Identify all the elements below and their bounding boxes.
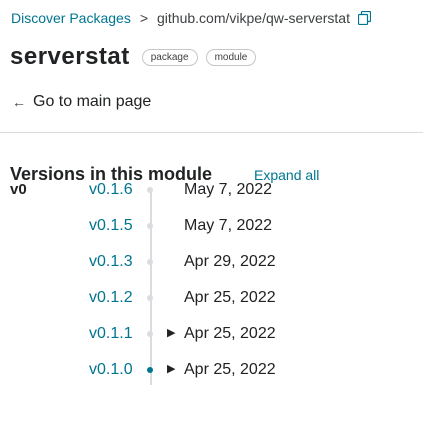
version-row: v0.1.0 ▶ Apr 25, 2022 <box>0 361 423 385</box>
version-date: Apr 25, 2022 <box>184 289 276 306</box>
caret-right-icon[interactable]: ▶ <box>167 326 175 339</box>
timeline-dot-current <box>147 367 153 373</box>
copy-icon[interactable] <box>357 10 372 26</box>
version-date: Apr 29, 2022 <box>184 253 276 270</box>
version-row: v0.1.3 Apr 29, 2022 <box>0 253 423 277</box>
version-date[interactable]: Apr 25, 2022 <box>184 361 276 379</box>
breadcrumb-separator: > <box>139 10 149 26</box>
version-link[interactable]: v0.1.2 <box>89 289 133 307</box>
timeline-dot <box>147 331 153 337</box>
version-link[interactable]: v0.1.6 <box>89 181 133 199</box>
breadcrumb-current-module: github.com/vikpe/qw-serverstat <box>157 10 350 26</box>
version-link[interactable]: v0.1.3 <box>89 253 133 271</box>
go-to-main-page-link[interactable]: ← Go to main page <box>12 93 151 111</box>
section-divider <box>0 132 423 133</box>
version-row: v0.1.1 ▶ Apr 25, 2022 <box>0 325 423 349</box>
caret-right-icon[interactable]: ▶ <box>167 362 175 375</box>
version-date: May 7, 2022 <box>184 181 273 198</box>
breadcrumb-discover-packages-link[interactable]: Discover Packages <box>11 10 131 26</box>
module-badge: module <box>205 48 257 66</box>
version-row: v0.1.2 Apr 25, 2022 <box>0 289 423 313</box>
package-badge: package <box>141 48 198 66</box>
version-link[interactable]: v0.1.5 <box>89 217 133 235</box>
page-title: serverstat <box>10 43 130 70</box>
version-date: May 7, 2022 <box>184 217 273 234</box>
version-row: v0.1.6 May 7, 2022 <box>0 181 423 205</box>
arrow-left-icon: ← <box>12 94 26 110</box>
version-date[interactable]: Apr 25, 2022 <box>184 325 276 343</box>
breadcrumb: Discover Packages > github.com/vikpe/qw-… <box>11 10 372 26</box>
timeline-dot <box>147 223 153 229</box>
timeline-dot <box>147 259 153 265</box>
version-link[interactable]: v0.1.0 <box>89 361 133 379</box>
version-link[interactable]: v0.1.1 <box>89 325 133 343</box>
title-row: serverstat package module <box>10 43 257 71</box>
timeline-dot <box>147 187 153 193</box>
version-row: v0.1.5 May 7, 2022 <box>0 217 423 241</box>
timeline-dot <box>147 295 153 301</box>
go-to-main-page-label: Go to main page <box>33 93 152 110</box>
